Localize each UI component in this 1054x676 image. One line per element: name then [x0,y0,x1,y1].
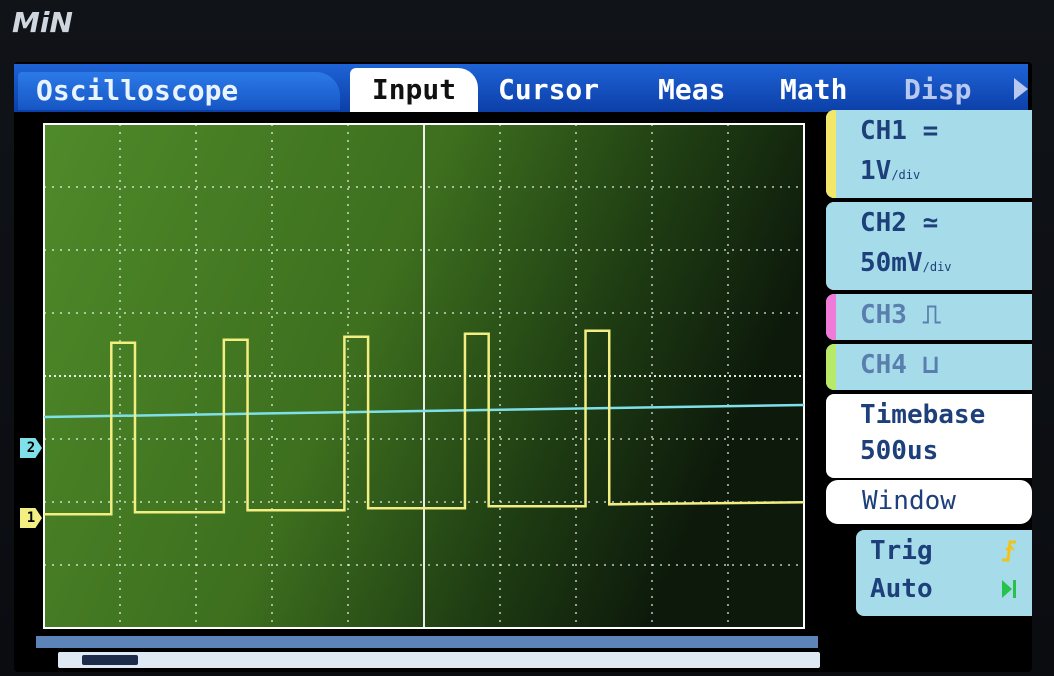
ch3-label: CH3 [860,300,907,330]
ch1-label-line: CH1 = [860,116,938,146]
ch2-color-bar [826,202,836,290]
ch1-scale: 1V [860,156,892,186]
grid [43,123,805,629]
rising-edge-icon [1002,540,1016,562]
ch3-label-line: CH3 ⎍ [860,300,941,331]
ch2-label-line: CH2 ≃ [860,208,938,238]
window-label: Window [862,486,956,516]
ch1-settings-button[interactable]: CH1 = 1V/div [826,110,1032,198]
trigger-label: Trig [870,536,933,566]
ch3-settings-button[interactable]: CH3 ⎍ [826,294,1032,340]
trigger-mode: Auto [870,574,933,604]
waveform-canvas [43,123,805,629]
play-icon [1002,580,1016,598]
tab-math[interactable]: Math [780,70,847,110]
tab-meas[interactable]: Meas [658,70,725,110]
ch1-label: CH1 [860,116,907,146]
timebase-label: Timebase [860,400,986,430]
ch4-color-bar [826,344,836,390]
ch2-scale-unit: /div [922,260,952,274]
brand-logo: MiN [12,6,73,39]
ch4-label-line: CH4 ⊔ [860,350,938,380]
dc-coupling-icon: = [922,116,939,146]
timebase-value: 500us [860,436,939,466]
ch3-color-bar [826,294,836,340]
ch2-scale-line: 50mV/div [860,248,952,278]
ch4-settings-button[interactable]: CH4 ⊔ [826,344,1032,390]
window-button[interactable]: Window [826,480,1032,524]
ch1-scale-unit: /div [891,168,921,182]
memory-scrollbar-thumb[interactable] [82,655,138,665]
memory-window-bar [36,636,818,648]
chevron-right-icon[interactable] [1014,78,1028,100]
side-panel: CH1 = 1V/div CH2 ≃ 50mV/div CH3 ⎍ CH4 ⊔ … [826,110,1032,630]
ch4-label: CH4 [860,350,907,380]
pulse-icon: ⎍ [922,300,941,330]
menu-tab-bar: Oscilloscope Input Cursor Meas Math Disp [14,64,1028,112]
svg-text:MiN: MiN [12,6,73,39]
waveform-display[interactable] [36,116,812,636]
ch2-settings-button[interactable]: CH2 ≃ 50mV/div [826,202,1032,290]
device-bezel: MiN Oscilloscope Input Cursor Meas Math … [0,0,1054,676]
tab-oscilloscope[interactable]: Oscilloscope [18,72,340,110]
timebase-button[interactable]: Timebase 500us [826,394,1032,478]
ch2-label: CH2 [860,208,907,238]
ac-coupling-icon: ≃ [922,208,939,238]
tab-disp[interactable]: Disp [904,70,971,110]
ch2-scale: 50mV [860,248,923,278]
memory-scrollbar[interactable] [58,652,820,668]
tab-cursor[interactable]: Cursor [498,70,599,110]
ch1-scale-line: 1V/div [860,156,920,186]
inverted-pulse-icon: ⊔ [922,350,939,380]
tab-input[interactable]: Input [350,68,478,112]
ch1-color-bar [826,110,836,198]
trigger-button[interactable]: Trig Auto [856,530,1032,616]
